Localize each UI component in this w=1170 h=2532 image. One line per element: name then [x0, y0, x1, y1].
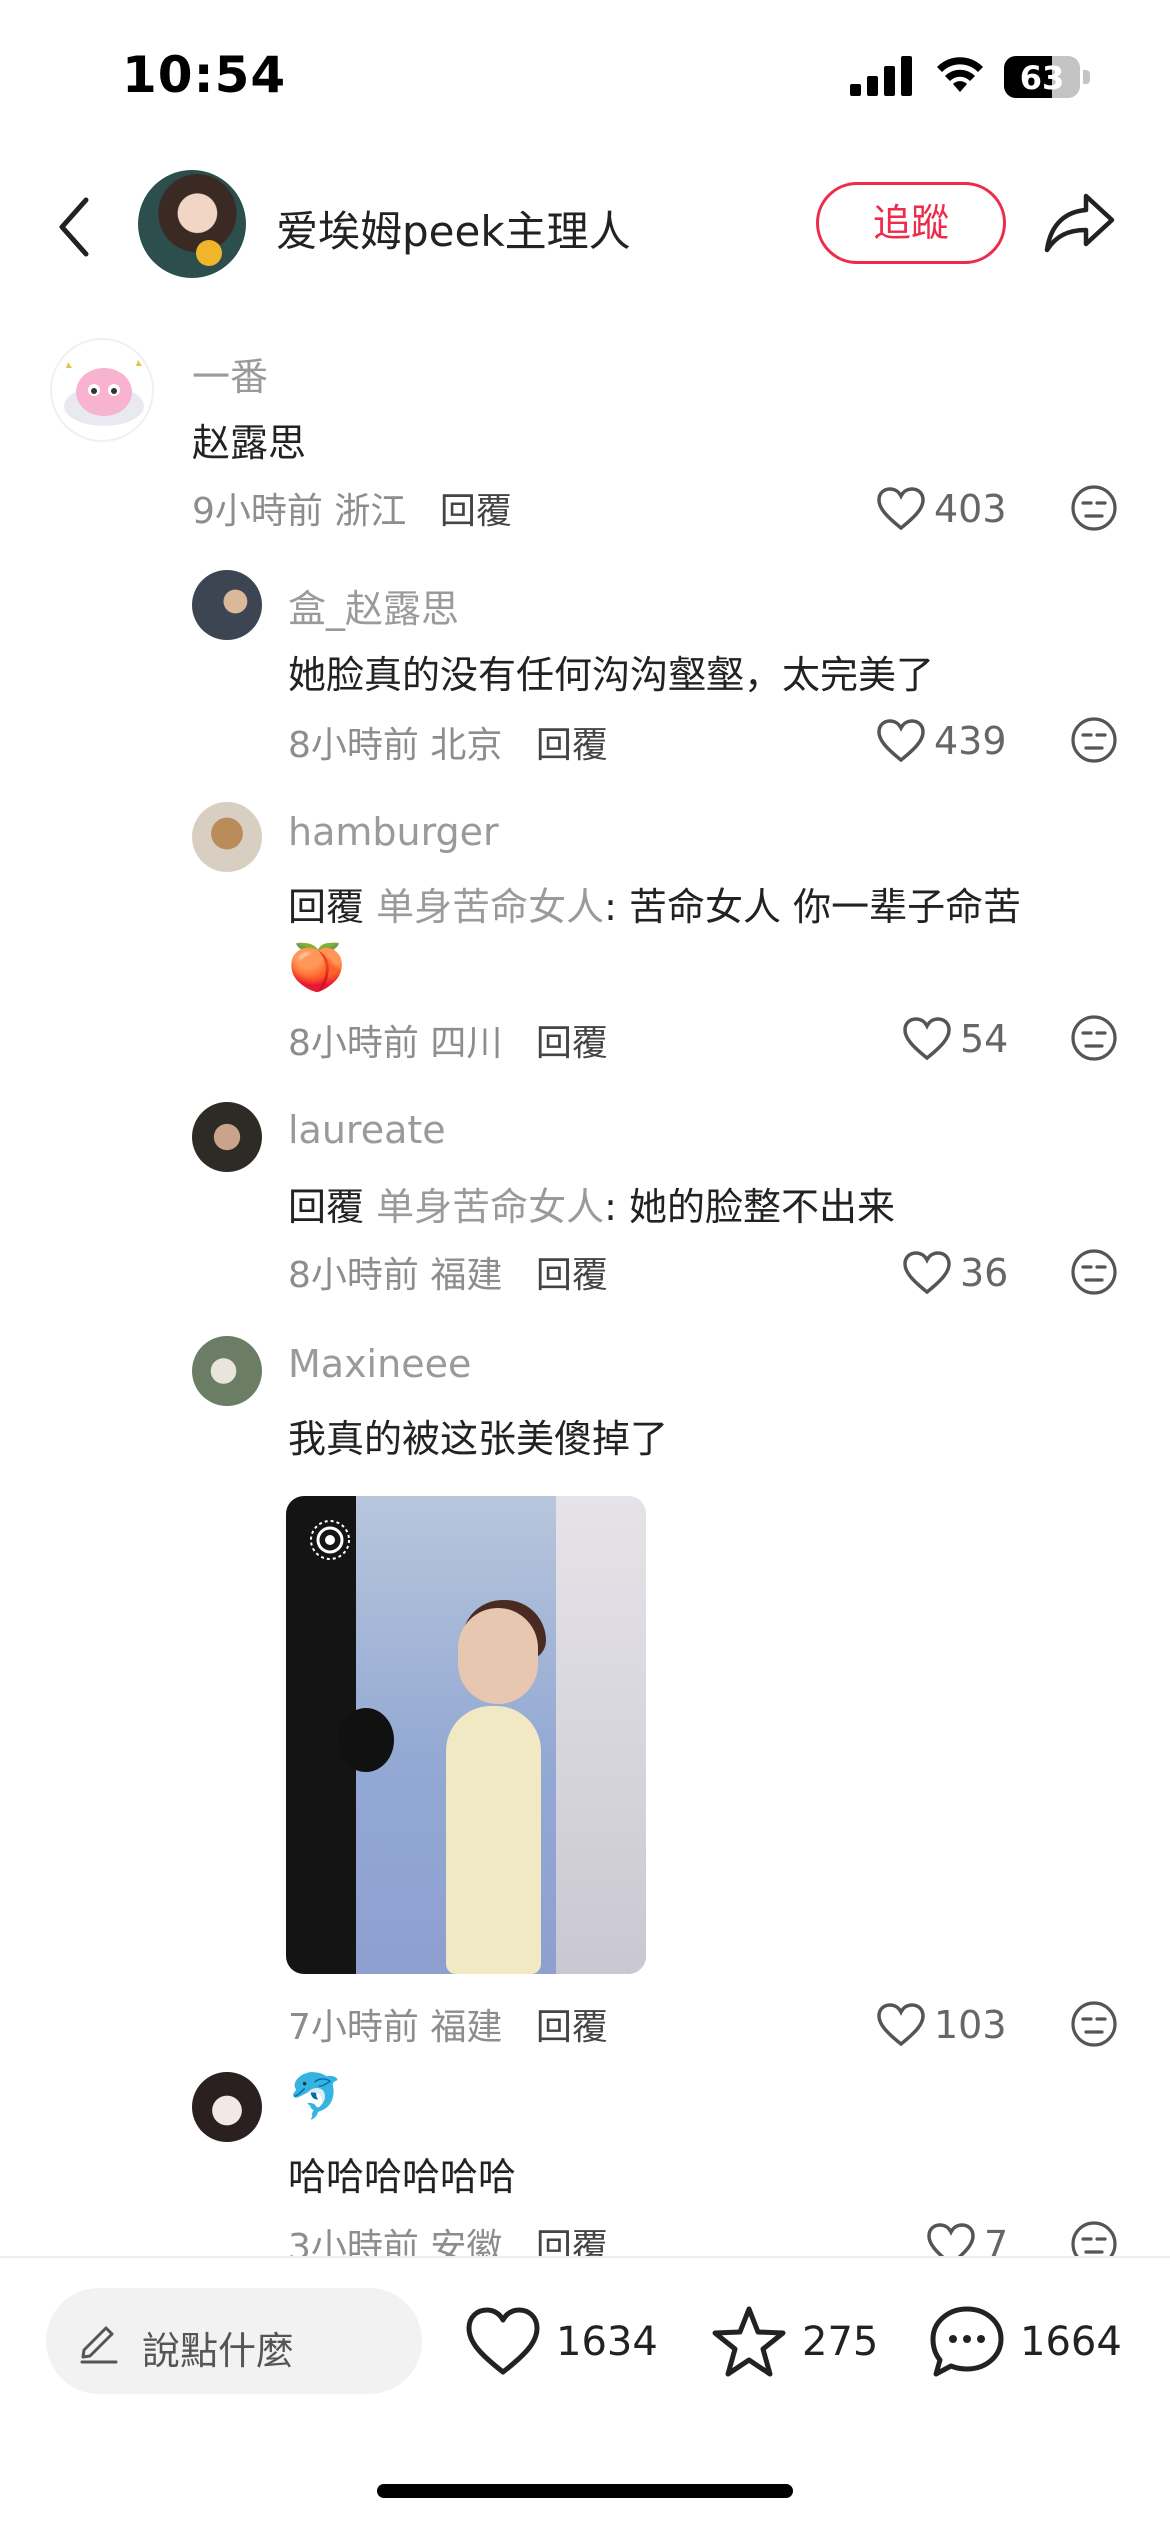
comment-item: 🐬 哈哈哈哈哈哈 3小時前 安徽 回覆 7 — [0, 0, 1170, 2256]
post-favorite-button[interactable]: 275 — [710, 2302, 878, 2382]
post-favorite-count: 275 — [802, 2319, 879, 2365]
comment-username[interactable]: 🐬 — [288, 2070, 343, 2122]
dislike-face-icon[interactable] — [1070, 2220, 1118, 2256]
pen-icon — [80, 2326, 118, 2364]
comment-avatar[interactable] — [192, 2072, 262, 2142]
comment-meta: 3小時前 安徽 回覆 — [288, 2218, 608, 2256]
home-indicator[interactable] — [377, 2484, 793, 2498]
heart-icon — [927, 2223, 975, 2256]
post-like-count: 1634 — [556, 2319, 658, 2365]
post-like-button[interactable]: 1634 — [464, 2302, 658, 2382]
star-icon — [712, 2306, 786, 2377]
comment-input[interactable]: 說點什麼 — [46, 2288, 422, 2394]
post-comment-button[interactable]: 1664 — [928, 2302, 1122, 2382]
heart-icon — [466, 2307, 540, 2375]
post-comment-count: 1664 — [1020, 2319, 1122, 2365]
comment-input-placeholder: 說點什麼 — [142, 2329, 295, 2373]
comment-text: 哈哈哈哈哈哈 — [288, 2155, 517, 2199]
comment-like-button[interactable]: 7 — [926, 2220, 1008, 2256]
comment-location: 安徽 — [430, 2227, 503, 2256]
comment-time: 3小時前 — [288, 2227, 419, 2256]
chat-bubble-icon — [930, 2306, 1004, 2377]
like-count: 7 — [984, 2223, 1009, 2256]
reply-button[interactable]: 回覆 — [536, 2227, 608, 2256]
